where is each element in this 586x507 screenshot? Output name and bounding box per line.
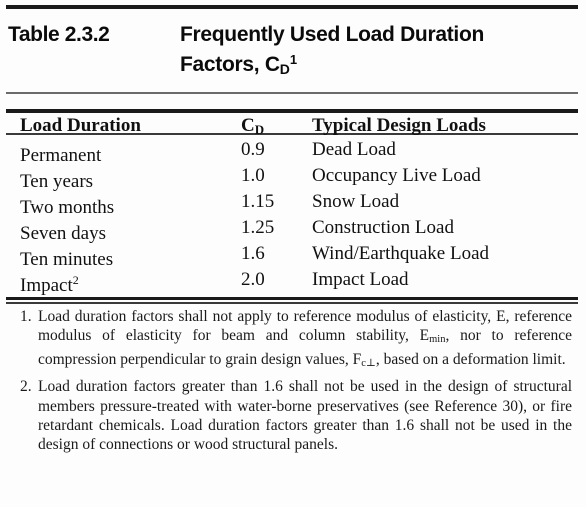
footnote-1: 1. Load duration factors shall not apply … — [0, 307, 586, 373]
column-header-cd-subscript: D — [254, 122, 265, 137]
cell-duration-text: Impact — [20, 275, 73, 296]
footnote-2-text: Load duration factors greater than 1.6 s… — [38, 378, 572, 454]
column-header-cd-base: C — [241, 115, 255, 136]
cell-cd: 1.25 — [241, 217, 275, 238]
cell-typical-load: Wind/Earthquake Load — [312, 243, 490, 264]
cell-duration-text: Ten minutes — [20, 249, 114, 270]
footnotes-block: 1. Load duration factors shall not apply … — [0, 307, 586, 459]
load-duration-table: Load Duration CD Typical Design Loads Pe… — [0, 114, 586, 296]
cell-duration-text: Seven days — [20, 223, 107, 244]
column-header-load-duration: Load Duration — [20, 115, 141, 136]
table-title-subscript: D — [279, 61, 290, 77]
table-title-line1: Frequently Used Load Duration — [180, 23, 484, 46]
header-top-rule-thick — [6, 109, 578, 113]
table-header-row: Load Duration CD Typical Design Loads — [0, 114, 586, 138]
cell-typical-load: Snow Load — [312, 191, 400, 212]
cell-duration-text: Two months — [20, 197, 115, 218]
document-page: Table 2.3.2 Frequently Used Load Duratio… — [0, 0, 586, 507]
table-row: Impact2 2.0 Impact Load — [0, 268, 586, 296]
cell-typical-load: Dead Load — [312, 139, 396, 160]
cell-duration-text: Ten years — [20, 171, 94, 192]
table-title-line2-prefix: Factors, C — [180, 53, 280, 76]
footnote-2: 2. Load duration factors greater than 1.6… — [0, 377, 586, 455]
cell-cd: 0.9 — [241, 139, 265, 160]
footnote-1-part3: , based on a deformation limit. — [375, 350, 566, 368]
cell-typical-load: Occupancy Live Load — [312, 165, 481, 186]
table-title-footnote-marker: 1 — [289, 52, 298, 67]
table-title-text: Frequently Used Load Duration Factors, C… — [180, 22, 484, 82]
cell-duration: Impact2 — [20, 268, 79, 298]
title-separator-rule — [6, 92, 578, 94]
column-header-typical-design-loads: Typical Design Loads — [312, 115, 486, 136]
cell-cd: 1.6 — [241, 243, 265, 264]
table-title-block: Table 2.3.2 Frequently Used Load Duratio… — [8, 22, 578, 82]
table-row: Ten years 1.0 Occupancy Live Load — [0, 164, 586, 192]
table-row: Seven days 1.25 Construction Load — [0, 216, 586, 244]
cell-cd: 1.15 — [241, 191, 275, 212]
table-row: Permanent 0.9 Dead Load — [0, 138, 586, 166]
footnote-1-subscript-min: min — [429, 334, 446, 346]
body-bottom-rule-thick — [6, 297, 578, 300]
cell-duration-text: Permanent — [20, 145, 102, 166]
cell-duration-footnote-marker: 2 — [72, 273, 79, 287]
cell-cd: 2.0 — [241, 269, 265, 290]
table-body: Permanent 0.9 Dead Load Ten years 1.0 Oc… — [0, 138, 586, 296]
cell-typical-load: Impact Load — [312, 269, 409, 290]
footnote-1-subscript-cperp: c⊥ — [361, 357, 376, 369]
cell-typical-load: Construction Load — [312, 217, 454, 238]
top-rule — [6, 5, 578, 9]
cell-cd: 1.0 — [241, 165, 265, 186]
body-bottom-rule-thin — [6, 302, 578, 304]
table-number-label: Table 2.3.2 — [8, 23, 110, 46]
footnote-1-number: 1. — [20, 308, 32, 325]
footnote-2-number: 2. — [20, 378, 32, 396]
table-row: Ten minutes 1.6 Wind/Earthquake Load — [0, 242, 586, 270]
table-row: Two months 1.15 Snow Load — [0, 190, 586, 218]
